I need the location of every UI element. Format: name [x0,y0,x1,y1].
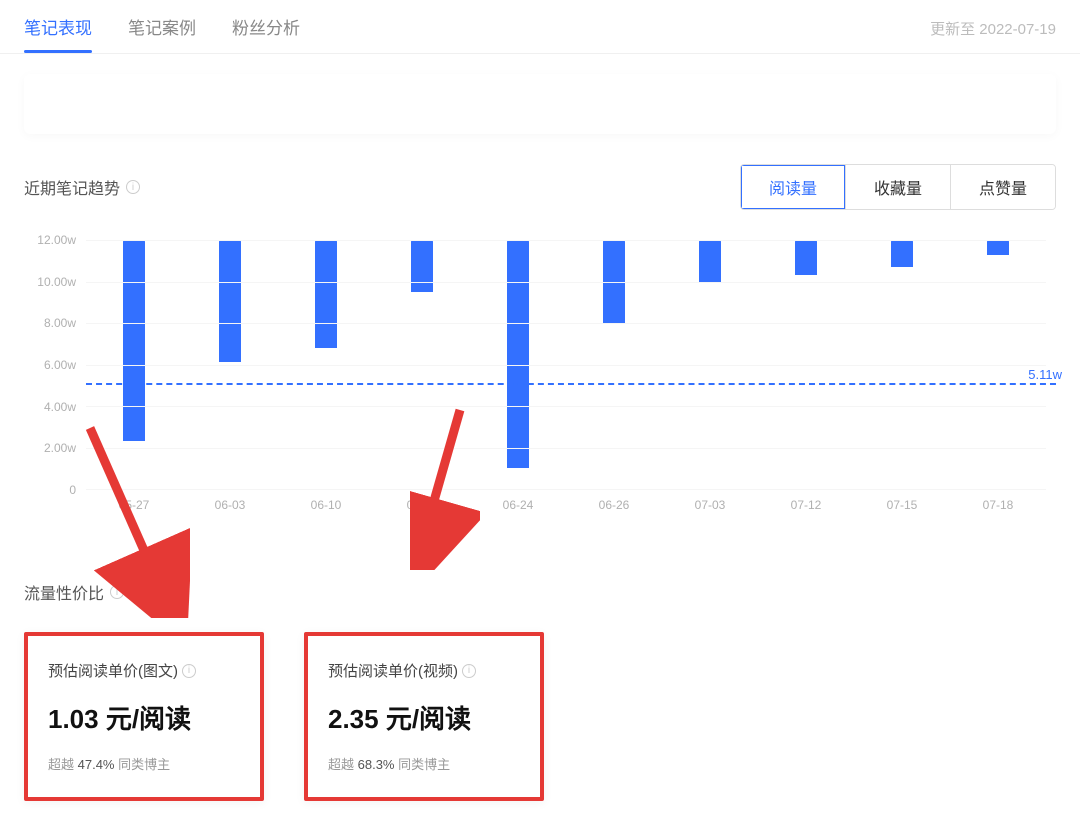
x-tick: 05-27 [86,490,182,520]
card-sub-pct: 47.4% [78,757,115,772]
card-title: 预估阅读单价(视频) i [328,660,520,681]
bar[interactable] [123,240,145,441]
avg-label: 5.11w [1028,367,1062,382]
x-tick: 07-03 [662,490,758,520]
price-card-video: 预估阅读单价(视频) i 2.35 元/阅读 超越 68.3% 同类博主 [304,632,544,801]
value-title-text: 流量性价比 [24,580,104,604]
x-tick: 07-15 [854,490,950,520]
bar[interactable] [699,240,721,282]
bar[interactable] [891,240,913,267]
card-sub-prefix: 超越 [328,757,358,772]
info-icon[interactable]: i [110,585,124,599]
price-cards-row: 预估阅读单价(图文) i 1.03 元/阅读 超越 47.4% 同类博主 预估阅… [24,632,1056,801]
card-subtext: 超越 68.3% 同类博主 [328,754,520,773]
bar[interactable] [795,240,817,275]
card-title-text: 预估阅读单价(视频) [328,660,458,681]
x-tick: 06-10 [278,490,374,520]
summary-card-placeholder [24,74,1056,134]
content: 近期笔记趋势 i 阅读量 收藏量 点赞量 12.00w10.00w8.00w6.… [0,54,1080,801]
card-sub-prefix: 超越 [48,757,78,772]
update-date: 更新至 2022-07-19 [930,14,1056,39]
price-card-image-text: 预估阅读单价(图文) i 1.03 元/阅读 超越 47.4% 同类博主 [24,632,264,801]
bar[interactable] [987,240,1009,255]
x-tick: 06-03 [182,490,278,520]
card-title-text: 预估阅读单价(图文) [48,660,178,681]
top-bar: 笔记表现 笔记案例 粉丝分析 更新至 2022-07-19 [0,0,1080,54]
bar[interactable] [219,240,241,362]
plot-area: 5.11w [86,240,1046,490]
x-axis: 05-2706-0306-1006-1706-2406-2607-0307-12… [86,490,1046,520]
tab-fans-analysis[interactable]: 粉丝分析 [232,14,300,53]
info-icon[interactable]: i [126,180,140,194]
card-sub-pct: 68.3% [358,757,395,772]
card-subtext: 超越 47.4% 同类博主 [48,754,240,773]
card-value: 1.03 元/阅读 [48,699,240,736]
metric-collect[interactable]: 收藏量 [845,165,950,209]
trend-title-text: 近期笔记趋势 [24,175,120,199]
x-tick: 06-17 [374,490,470,520]
bar[interactable] [507,240,529,468]
tab-notes-cases[interactable]: 笔记案例 [128,14,196,53]
x-tick: 07-12 [758,490,854,520]
card-sub-suffix: 同类博主 [395,757,451,772]
bar-chart: 12.00w10.00w8.00w6.00w4.00w2.00w0 5.11w … [24,240,1056,520]
value-section-title: 流量性价比 i [24,580,1056,604]
avg-line: 5.11w [86,383,1056,385]
metric-read[interactable]: 阅读量 [741,165,845,209]
trend-section-title: 近期笔记趋势 i [24,175,140,199]
tabs: 笔记表现 笔记案例 粉丝分析 [24,14,300,53]
info-icon[interactable]: i [462,664,476,678]
metric-toggle-group: 阅读量 收藏量 点赞量 [740,164,1056,210]
trend-section-header: 近期笔记趋势 i 阅读量 收藏量 点赞量 [24,164,1056,210]
tab-notes-performance[interactable]: 笔记表现 [24,14,92,53]
info-icon[interactable]: i [182,664,196,678]
bar[interactable] [315,240,337,348]
card-sub-suffix: 同类博主 [115,757,171,772]
card-title: 预估阅读单价(图文) i [48,660,240,681]
x-tick: 06-24 [470,490,566,520]
metric-like[interactable]: 点赞量 [950,165,1055,209]
card-value: 2.35 元/阅读 [328,699,520,736]
y-axis: 12.00w10.00w8.00w6.00w4.00w2.00w0 [24,240,84,490]
x-tick: 07-18 [950,490,1046,520]
x-tick: 06-26 [566,490,662,520]
bar[interactable] [411,240,433,292]
